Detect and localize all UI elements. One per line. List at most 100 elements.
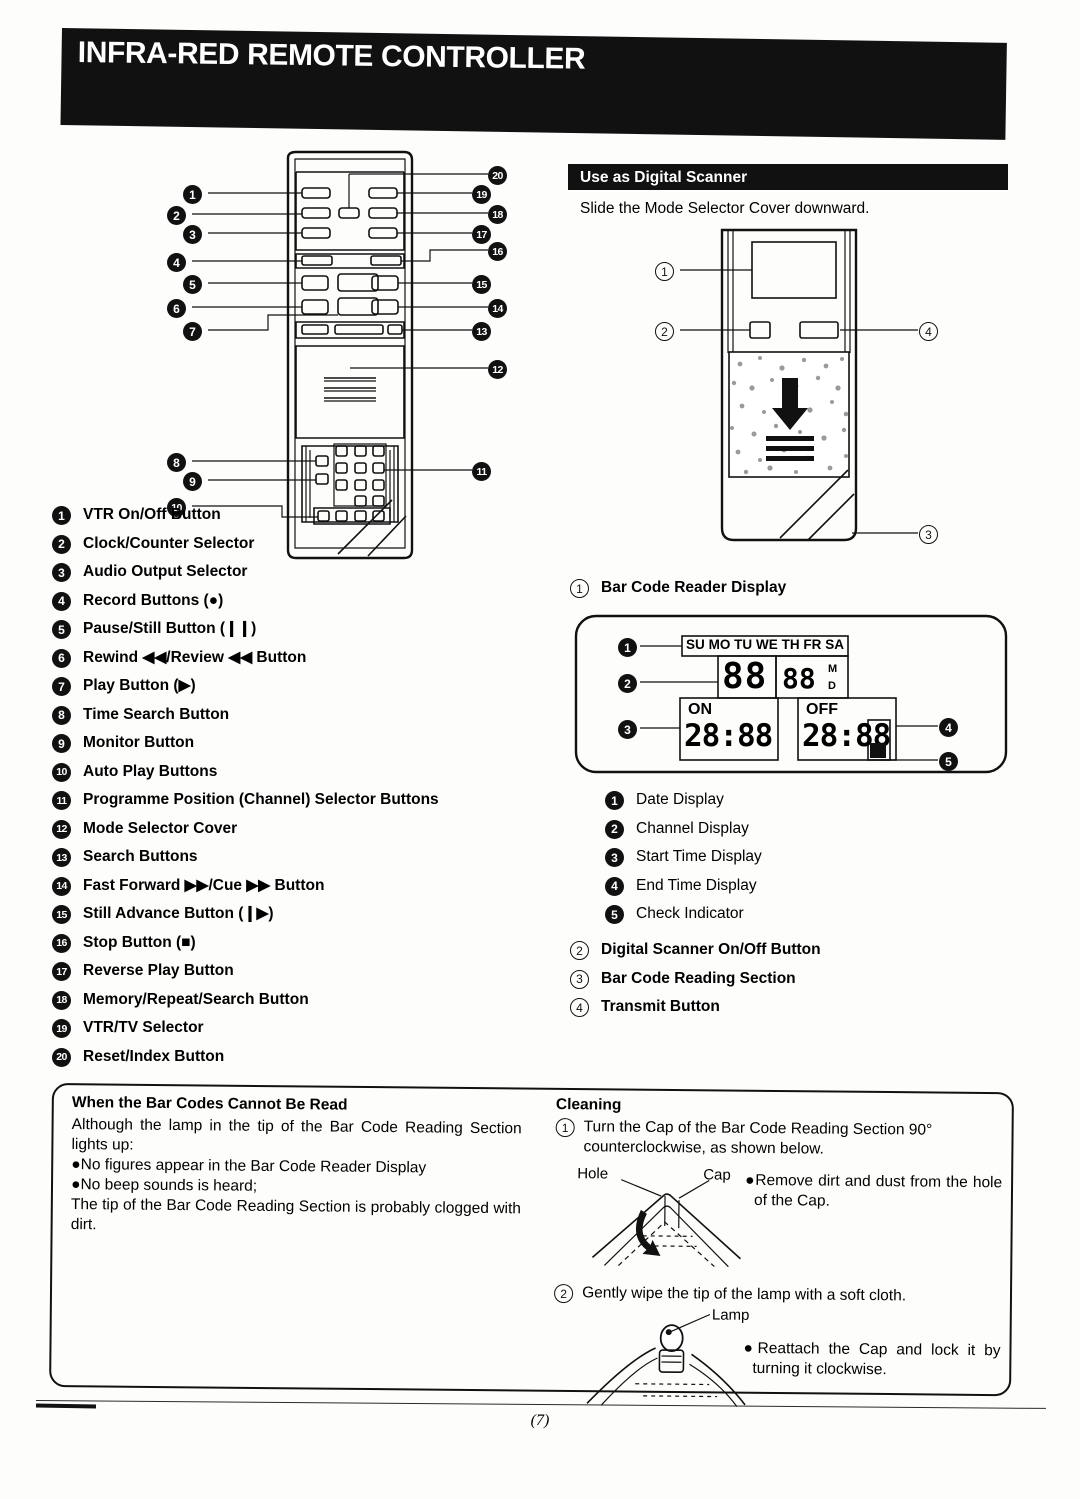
legend-item-4: 4 Record Buttons (●) bbox=[52, 591, 552, 611]
display-legend-item-1: 1 Date Display bbox=[605, 790, 1025, 810]
scanner-legend-item-3: 3 Bar Code Reading Section bbox=[570, 969, 1030, 989]
cleaning-step-1: 1 Turn the Cap of the Bar Code Reading S… bbox=[555, 1117, 993, 1161]
legend-item-5: 5 Pause/Still Button (❙❙) bbox=[52, 619, 552, 639]
legend-number: 4 bbox=[605, 876, 624, 896]
lcd-callout-4: 4 bbox=[939, 718, 958, 737]
legend-number: 12 bbox=[52, 819, 71, 839]
display-legend-item-5: 5 Check Indicator bbox=[605, 904, 1025, 924]
legend-label: Stop Button (■) bbox=[83, 933, 196, 951]
callout-8: 8 bbox=[167, 453, 186, 472]
legend-label: Memory/Repeat/Search Button bbox=[83, 990, 309, 1008]
legend-item-8: 8 Time Search Button bbox=[52, 705, 552, 725]
callout-17: 17 bbox=[472, 225, 491, 244]
legend-number: 16 bbox=[52, 933, 71, 953]
cleaning-step-2: 2 Gently wipe the tip of the lamp with a… bbox=[554, 1283, 992, 1307]
legend-number: 7 bbox=[52, 677, 71, 696]
legend-item-19: 19 VTR/TV Selector bbox=[52, 1018, 552, 1038]
lcd-on-label: ON bbox=[688, 701, 712, 718]
callout-9: 9 bbox=[183, 472, 202, 491]
bullet-text: No beep sounds is heard; bbox=[80, 1176, 258, 1195]
legend-label: Record Buttons (●) bbox=[83, 591, 224, 609]
legend-label: Fast Forward ▶▶/Cue ▶▶ Button bbox=[83, 876, 325, 894]
scanner-section-heading: Use as Digital Scanner bbox=[580, 169, 748, 186]
lcd-day-tu: TU bbox=[734, 637, 753, 652]
legend-label: Monitor Button bbox=[83, 734, 195, 751]
legend-number: 5 bbox=[605, 905, 624, 924]
scanner-legend-item-4: 4 Transmit Button bbox=[570, 997, 1030, 1017]
legend-number: 3 bbox=[605, 848, 624, 867]
legend-item-12: 12 Mode Selector Cover bbox=[52, 819, 552, 839]
legend-label: Mode Selector Cover bbox=[83, 819, 238, 837]
callout-15: 15 bbox=[472, 275, 491, 294]
legend-item-2: 2 Clock/Counter Selector bbox=[52, 534, 552, 554]
legend-label: Still Advance Button (❙▶) bbox=[83, 905, 274, 922]
legend-number: 1 bbox=[605, 791, 624, 810]
page-number: (7) bbox=[530, 1412, 550, 1429]
legend-item-9: 9 Monitor Button bbox=[52, 733, 552, 753]
lcd-display-diagram: SU MO TU WE TH FR SA 88 88 M D ON 28:88 … bbox=[570, 608, 1020, 783]
legend-number: 19 bbox=[52, 1019, 71, 1038]
bar-code-reader-display-item: 1 Bar Code Reader Display bbox=[570, 578, 786, 598]
lcd-date-value: 88 bbox=[782, 662, 816, 695]
legend-number: 14 bbox=[52, 876, 71, 896]
cap-diagram-hole-label: Hole bbox=[577, 1165, 609, 1183]
bullet-dot: ● bbox=[743, 1339, 758, 1357]
legend-label: Pause/Still Button (❙❙) bbox=[83, 620, 257, 637]
legend-label: Digital Scanner On/Off Button bbox=[601, 941, 821, 958]
legend-number: 3 bbox=[570, 969, 589, 989]
legend-item-7: 7 Play Button (▶) bbox=[52, 676, 552, 696]
display-legend-item-3: 3 Start Time Display bbox=[605, 847, 1025, 867]
lcd-callout-1: 1 bbox=[618, 638, 637, 657]
callout-3: 3 bbox=[183, 225, 202, 244]
lcd-callout-2: 2 bbox=[618, 674, 637, 693]
lcd-day-sa: SA bbox=[825, 637, 844, 652]
callout-1: 1 bbox=[183, 185, 202, 204]
legend-number: 2 bbox=[52, 534, 71, 554]
legend-label: Auto Play Buttons bbox=[83, 762, 218, 780]
legend-item-13: 13 Search Buttons bbox=[52, 847, 552, 867]
troubleshooting-heading: When the Bar Codes Cannot Be Read bbox=[71, 1094, 348, 1114]
display-legend-item-2: 2 Channel Display bbox=[605, 819, 1025, 839]
scanner-outer-legend-list: 2 Digital Scanner On/Off Button 3 Bar Co… bbox=[570, 940, 1030, 1026]
callout-2: 2 bbox=[167, 206, 186, 225]
legend-item-3: 3 Audio Output Selector bbox=[52, 562, 552, 582]
lcd-callout-3: 3 bbox=[618, 720, 637, 739]
legend-label: Play Button (▶) bbox=[83, 677, 196, 694]
lcd-date-unit-d: D bbox=[828, 680, 836, 692]
callout-20: 20 bbox=[488, 166, 507, 185]
legend-number: 4 bbox=[570, 998, 589, 1017]
legend-item-1: 1 VTR On/Off Button bbox=[52, 505, 552, 525]
lcd-day-su: SU bbox=[686, 637, 705, 652]
legend-label: Bar Code Reader Display bbox=[601, 579, 787, 596]
legend-label: Date Display bbox=[636, 791, 724, 808]
display-legend-item-4: 4 End Time Display bbox=[605, 876, 1025, 896]
legend-item-11: 11 Programme Position (Channel) Selector… bbox=[52, 790, 552, 810]
legend-label: End Time Display bbox=[636, 876, 757, 894]
legend-item-20: 20 Reset/Index Button bbox=[52, 1047, 552, 1067]
legend-label: Channel Display bbox=[636, 819, 749, 837]
legend-number: 3 bbox=[52, 563, 71, 582]
callout-13: 13 bbox=[472, 322, 491, 341]
lcd-day-th: TH bbox=[781, 637, 800, 652]
scanner-section-intro: Slide the Mode Selector Cover downward. bbox=[580, 200, 870, 217]
legend-number: 1 bbox=[570, 579, 589, 598]
troubleshooting-intro: Although the lamp in the tip of the Bar … bbox=[71, 1115, 522, 1154]
cleaning-column: Cleaning 1 Turn the Cap of the Bar Code … bbox=[553, 1096, 1002, 1413]
troubleshooting-outro: The tip of the Bar Code Reading Section … bbox=[70, 1195, 522, 1234]
cap-diagram-cap-label: Cap bbox=[703, 1166, 731, 1184]
callout-4: 4 bbox=[167, 253, 186, 272]
legend-label: VTR/TV Selector bbox=[83, 1019, 204, 1036]
legend-item-14: 14 Fast Forward ▶▶/Cue ▶▶ Button bbox=[52, 876, 552, 896]
callout-16: 16 bbox=[488, 242, 507, 261]
lcd-day-we: WE bbox=[756, 637, 778, 652]
lcd-off-label: OFF bbox=[806, 701, 838, 718]
legend-label: Search Buttons bbox=[83, 848, 198, 865]
callout-12: 12 bbox=[488, 360, 507, 379]
lcd-callout-5: 5 bbox=[939, 752, 958, 771]
legend-item-17: 17 Reverse Play Button bbox=[52, 961, 552, 981]
legend-label: Clock/Counter Selector bbox=[83, 534, 255, 552]
callout-14: 14 bbox=[488, 299, 507, 318]
legend-number: 8 bbox=[52, 705, 71, 725]
legend-number: 9 bbox=[52, 734, 71, 753]
troubleshooting-column: When the Bar Codes Cannot Be Read Althou… bbox=[71, 1094, 522, 1239]
